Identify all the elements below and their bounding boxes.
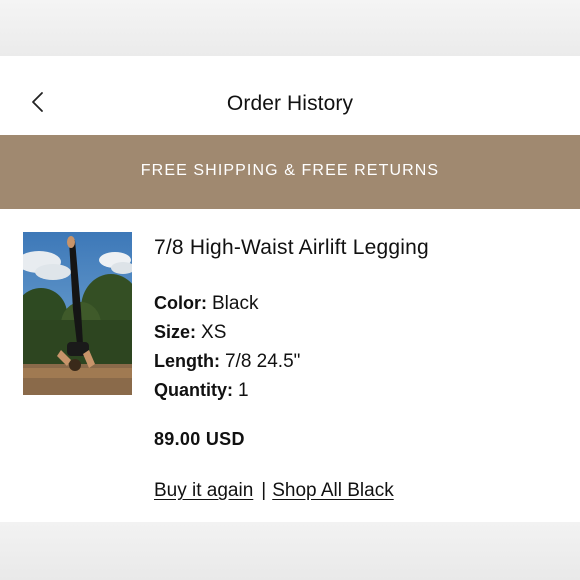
header: Order History (0, 56, 580, 135)
action-separator: | (261, 480, 267, 501)
order-history-screen: Order History FREE SHIPPING & FREE RETUR… (0, 56, 580, 522)
attribute-label: Quantity: (154, 380, 238, 400)
attribute-quantity: Quantity: 1 (154, 378, 554, 407)
product-attributes: Color: Black Size: XS Length: 7/8 24.5" … (154, 291, 554, 407)
attribute-value: Black (212, 293, 259, 314)
product-name: 7/8 High-Waist Airlift Legging (154, 236, 429, 259)
attribute-value: 1 (238, 380, 249, 401)
price: 89.00 USD (154, 429, 245, 449)
product-actions: Buy it again | Shop All Black (154, 480, 394, 502)
attribute-value: 7/8 24.5" (224, 351, 301, 372)
attribute-label: Color: (154, 293, 212, 313)
promo-text: FREE SHIPPING & FREE RETURNS (140, 162, 440, 179)
top-backdrop (0, 0, 580, 56)
promo-banner: FREE SHIPPING & FREE RETURNS (0, 135, 580, 209)
attribute-color: Color: Black (154, 291, 554, 320)
page-title: Order History (226, 92, 354, 115)
attribute-length: Length: 7/8 24.5" (154, 349, 554, 378)
product-photo[interactable] (23, 232, 132, 395)
attribute-label: Size: (154, 322, 202, 342)
shop-all-link[interactable]: Shop All Black (272, 480, 393, 501)
attribute-label: Length: (154, 351, 225, 371)
bottom-backdrop (0, 522, 580, 580)
attribute-value: XS (201, 322, 227, 343)
attribute-size: Size: XS (154, 320, 554, 349)
buy-again-link[interactable]: Buy it again (154, 480, 253, 501)
